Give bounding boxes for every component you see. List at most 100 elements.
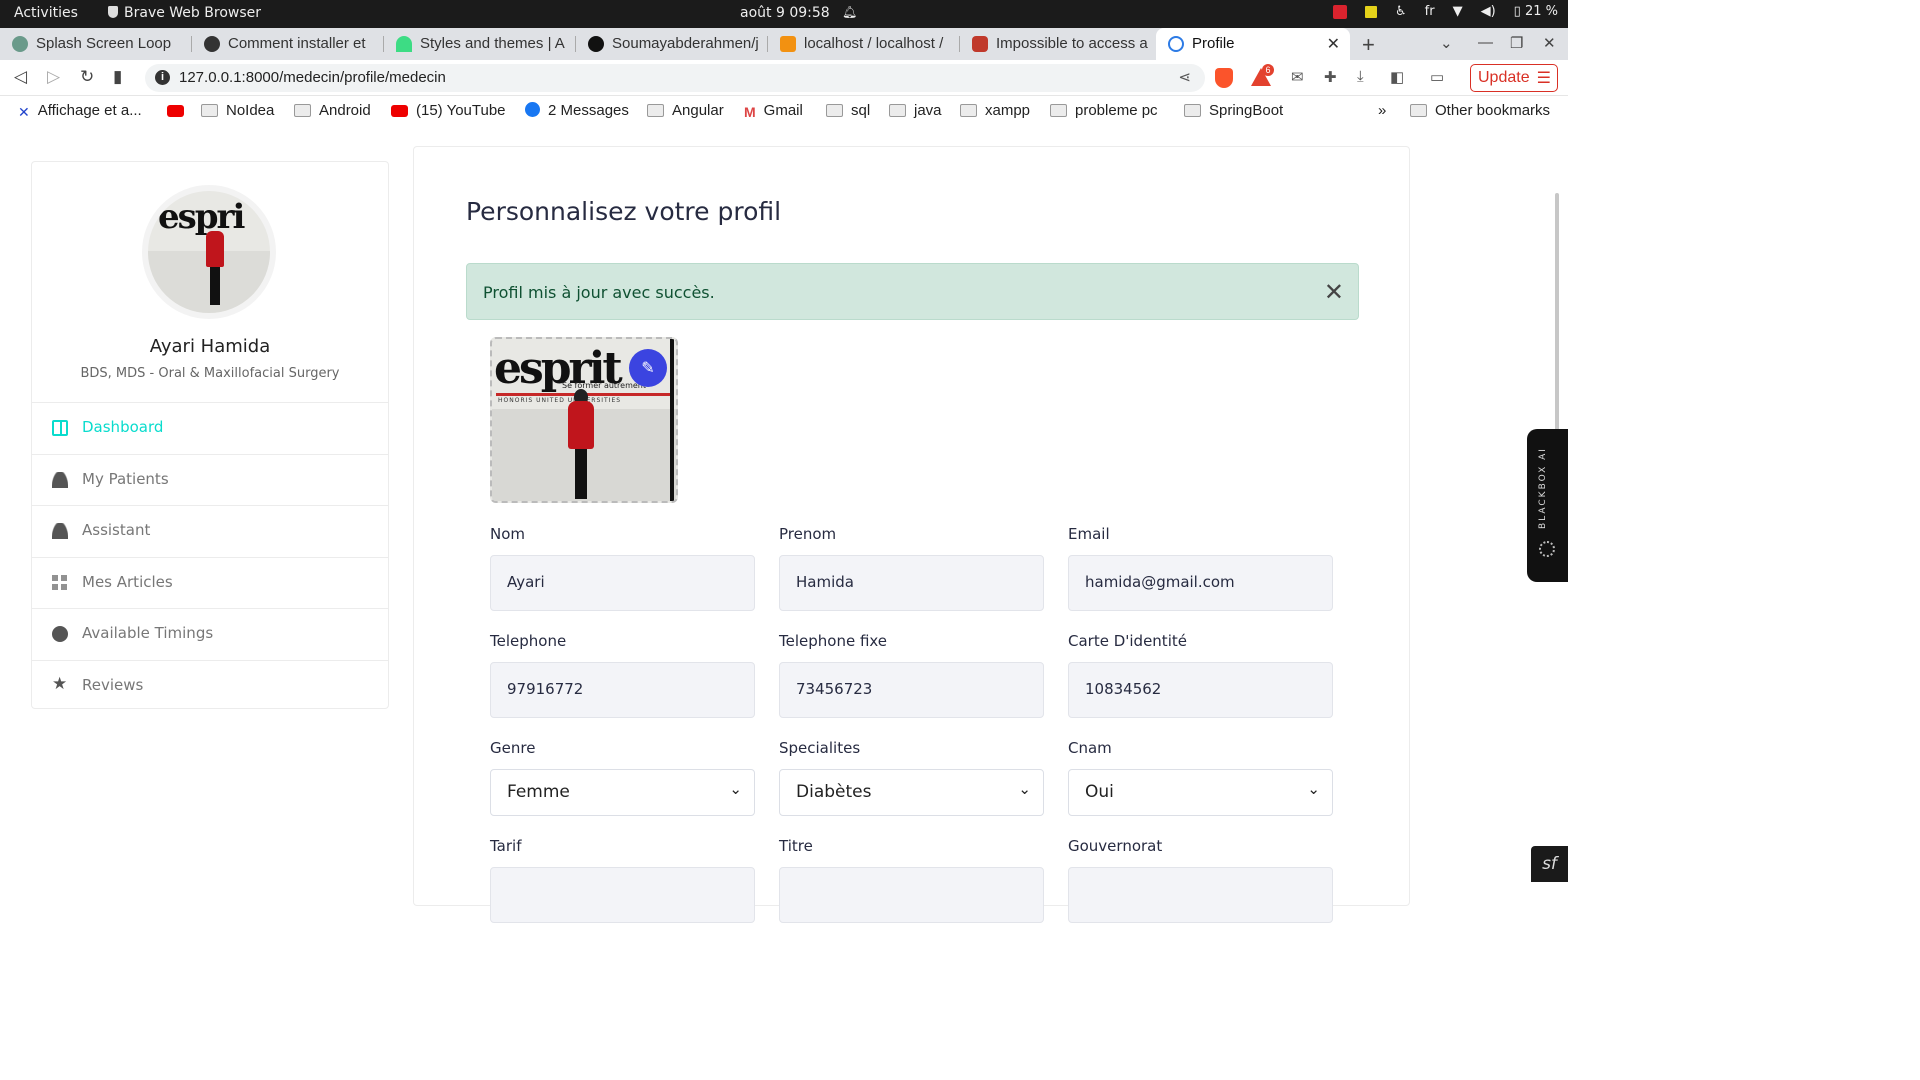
bookmarks-overflow-button[interactable]: »: [1378, 102, 1386, 119]
cnam-select[interactable]: Oui ⌄: [1068, 769, 1333, 816]
photo-post: [670, 339, 674, 501]
specialites-value: Diabètes: [796, 782, 872, 802]
telephone-fixe-input[interactable]: 73456723: [779, 662, 1044, 718]
tab-favicon: [588, 36, 604, 52]
bookmark-messages[interactable]: 2 Messages: [525, 102, 629, 119]
bookmark-affichage[interactable]: ✕ Affichage et a...: [18, 102, 142, 121]
forward-icon[interactable]: ▷: [47, 67, 60, 87]
tab-profile[interactable]: Profile ✕: [1156, 28, 1350, 60]
sidebar-item-my-patients[interactable]: My Patients: [32, 453, 388, 506]
close-window-icon[interactable]: ✕: [1543, 34, 1556, 52]
tab-splash-screen[interactable]: Splash Screen Loop: [0, 28, 192, 60]
tab-title: Profile: [1192, 35, 1235, 52]
share-icon[interactable]: ⋖: [1178, 68, 1191, 86]
symfony-toolbar-icon[interactable]: sf: [1531, 846, 1568, 882]
gouvernorat-label: Gouvernorat: [1068, 837, 1163, 855]
bookmark-icon[interactable]: ▮: [113, 67, 122, 87]
bookmark-noidea[interactable]: NoIdea: [201, 102, 274, 119]
url-bar[interactable]: i 127.0.0.1:8000/medecin/profile/medecin…: [145, 64, 1205, 92]
bookmark-youtube-1[interactable]: [167, 102, 192, 119]
bookmark-label: java: [914, 102, 942, 119]
telephone-label: Telephone: [490, 632, 567, 650]
close-alert-icon[interactable]: ✕: [1324, 278, 1344, 306]
gouvernorat-input[interactable]: [1068, 867, 1333, 923]
blackbox-ai-widget[interactable]: BLACKBOX AI: [1527, 429, 1568, 582]
sidebar-item-label: Dashboard: [82, 418, 164, 436]
mail-icon[interactable]: ✉: [1291, 68, 1304, 86]
bookmark-java[interactable]: java: [889, 102, 942, 119]
tab-phpmyadmin[interactable]: localhost / localhost /: [768, 28, 960, 60]
tab-impossible-access[interactable]: Impossible to access a: [960, 28, 1152, 60]
prenom-input[interactable]: Hamida: [779, 555, 1044, 611]
new-tab-button[interactable]: +: [1362, 32, 1375, 58]
bookmark-springboot[interactable]: SpringBoot: [1184, 102, 1283, 119]
bookmarks-bar: ✕ Affichage et a... NoIdea Android (15) Y…: [0, 96, 1568, 128]
blackbox-logo-icon: [1539, 541, 1555, 557]
nom-input[interactable]: Ayari: [490, 555, 755, 611]
reload-icon[interactable]: ↻: [80, 67, 94, 87]
sidebar-item-assistant[interactable]: Assistant: [32, 505, 388, 557]
brave-shields-icon[interactable]: [1215, 68, 1233, 88]
doctor-name: Ayari Hamida: [149, 336, 271, 357]
app-menu[interactable]: Brave Web Browser: [108, 5, 261, 21]
specialites-select[interactable]: Diabètes ⌄: [779, 769, 1044, 816]
minimize-icon[interactable]: —: [1478, 34, 1493, 51]
tarif-input[interactable]: [490, 867, 755, 923]
tab-search-chevron-icon[interactable]: ⌄: [1440, 34, 1453, 52]
genre-label: Genre: [490, 739, 536, 757]
bookmark-label: Angular: [672, 102, 724, 119]
maximize-icon[interactable]: ❐: [1510, 34, 1523, 52]
sidebar-item-available-timings[interactable]: Available Timings: [32, 608, 388, 660]
clock-icon: [52, 626, 68, 642]
brave-shield-icon: [108, 6, 118, 18]
photo-person-legs: [575, 449, 587, 499]
bookmark-angular[interactable]: Angular: [647, 102, 724, 119]
carte-identite-input[interactable]: 10834562: [1068, 662, 1333, 718]
photo-person: [568, 401, 594, 449]
record-indicator-icon: [1333, 4, 1348, 19]
activities-button[interactable]: Activities: [14, 5, 78, 21]
tab-comment-installer[interactable]: Comment installer et: [192, 28, 384, 60]
update-button[interactable]: Update ☰: [1470, 64, 1558, 92]
avatar-sign-text: espri: [158, 197, 245, 237]
bookmark-label: Gmail: [763, 102, 803, 119]
tab-favicon: [12, 36, 28, 52]
pencil-icon: ✎: [641, 358, 655, 377]
tab-title: Impossible to access a: [996, 35, 1148, 52]
bookmark-android[interactable]: Android: [294, 102, 371, 119]
sidebar-item-dashboard[interactable]: Dashboard: [32, 402, 388, 454]
bookmark-gmail[interactable]: M Gmail: [744, 102, 803, 120]
site-info-icon[interactable]: i: [155, 70, 170, 85]
toolbar: ◁ ▷ ↻ ▮ i 127.0.0.1:8000/medecin/profile…: [0, 60, 1568, 96]
back-icon[interactable]: ◁: [14, 67, 27, 87]
bookmark-youtube-15[interactable]: (15) YouTube: [391, 102, 506, 119]
wallet-icon[interactable]: ▭: [1430, 68, 1444, 86]
nom-label: Nom: [490, 525, 526, 543]
facebook-icon: [525, 102, 540, 117]
titre-input[interactable]: [779, 867, 1044, 923]
bookmark-sql[interactable]: sql: [826, 102, 870, 119]
tab-styles-themes[interactable]: Styles and themes | A: [384, 28, 576, 60]
tab-github[interactable]: Soumayabderahmen/j: [576, 28, 768, 60]
success-alert: Profil mis à jour avec succès. ✕: [466, 263, 1359, 320]
sidebar-item-reviews[interactable]: ★ Reviews: [32, 659, 388, 712]
edit-photo-button[interactable]: ✎: [629, 349, 667, 387]
email-input[interactable]: hamida@gmail.com: [1068, 555, 1333, 611]
system-tray[interactable]: ♿︎ fr ▼ ◀︎) ▯ 21 %: [1333, 4, 1558, 19]
tab-favicon: [204, 36, 220, 52]
page-scrollbar[interactable]: [1555, 193, 1559, 433]
genre-select[interactable]: Femme ⌄: [490, 769, 755, 816]
sidebar-item-label: Available Timings: [82, 624, 214, 642]
download-icon[interactable]: ⤓: [1357, 68, 1364, 85]
genre-value: Femme: [507, 782, 570, 802]
sidebar-icon[interactable]: ◧: [1390, 68, 1404, 86]
bookmark-probleme-pc[interactable]: probleme pc: [1050, 102, 1158, 119]
other-bookmarks[interactable]: Other bookmarks: [1410, 102, 1550, 119]
bookmark-xampp[interactable]: xampp: [960, 102, 1030, 119]
clock[interactable]: août 9 09:58: [740, 5, 830, 21]
tab-strip: Splash Screen Loop Comment installer et …: [0, 28, 1568, 60]
telephone-input[interactable]: 97916772: [490, 662, 755, 718]
close-tab-icon[interactable]: ✕: [1327, 34, 1340, 54]
extensions-icon[interactable]: ✚: [1324, 68, 1337, 86]
sidebar-item-mes-articles[interactable]: Mes Articles: [32, 556, 388, 609]
